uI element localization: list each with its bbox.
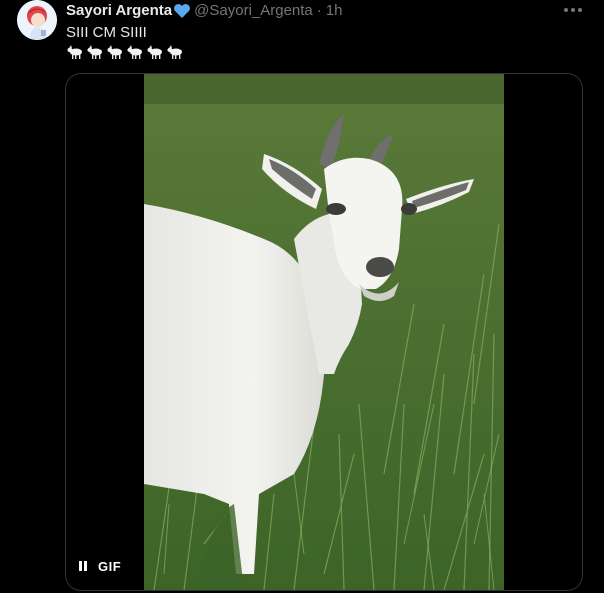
author-handle[interactable]: @Sayori_Argenta	[194, 2, 313, 20]
gif-controls: GIF	[76, 556, 121, 576]
goat-emoji-row	[66, 42, 184, 60]
gif-media-card[interactable]: GIF	[65, 73, 583, 591]
goat-emoji	[167, 45, 182, 59]
avatar[interactable]	[17, 0, 57, 40]
gif-badge: GIF	[98, 558, 122, 574]
pause-icon[interactable]	[76, 559, 90, 573]
goat-emoji	[107, 45, 122, 59]
tweet-header: Sayori Argenta @Sayori_Argenta · 1h	[66, 2, 342, 20]
goat-emoji	[87, 45, 102, 59]
goat-emoji	[67, 45, 82, 59]
tweet-text: SIII CM SIIII	[66, 23, 147, 43]
header-separator: ·	[316, 2, 322, 19]
tweet-text-line: SIII CM SIIII	[66, 24, 147, 41]
tweet[interactable]: Sayori Argenta @Sayori_Argenta · 1h SIII…	[0, 0, 604, 593]
goat-emoji	[127, 45, 142, 59]
gif-frame-goat[interactable]	[144, 74, 504, 590]
blue-heart-icon	[173, 3, 191, 19]
avatar-image	[17, 0, 57, 40]
author-display-name[interactable]: Sayori Argenta	[66, 2, 172, 20]
tweet-timestamp[interactable]: 1h	[326, 2, 343, 20]
goat-emoji	[147, 45, 162, 59]
more-options-icon[interactable]	[560, 0, 586, 20]
